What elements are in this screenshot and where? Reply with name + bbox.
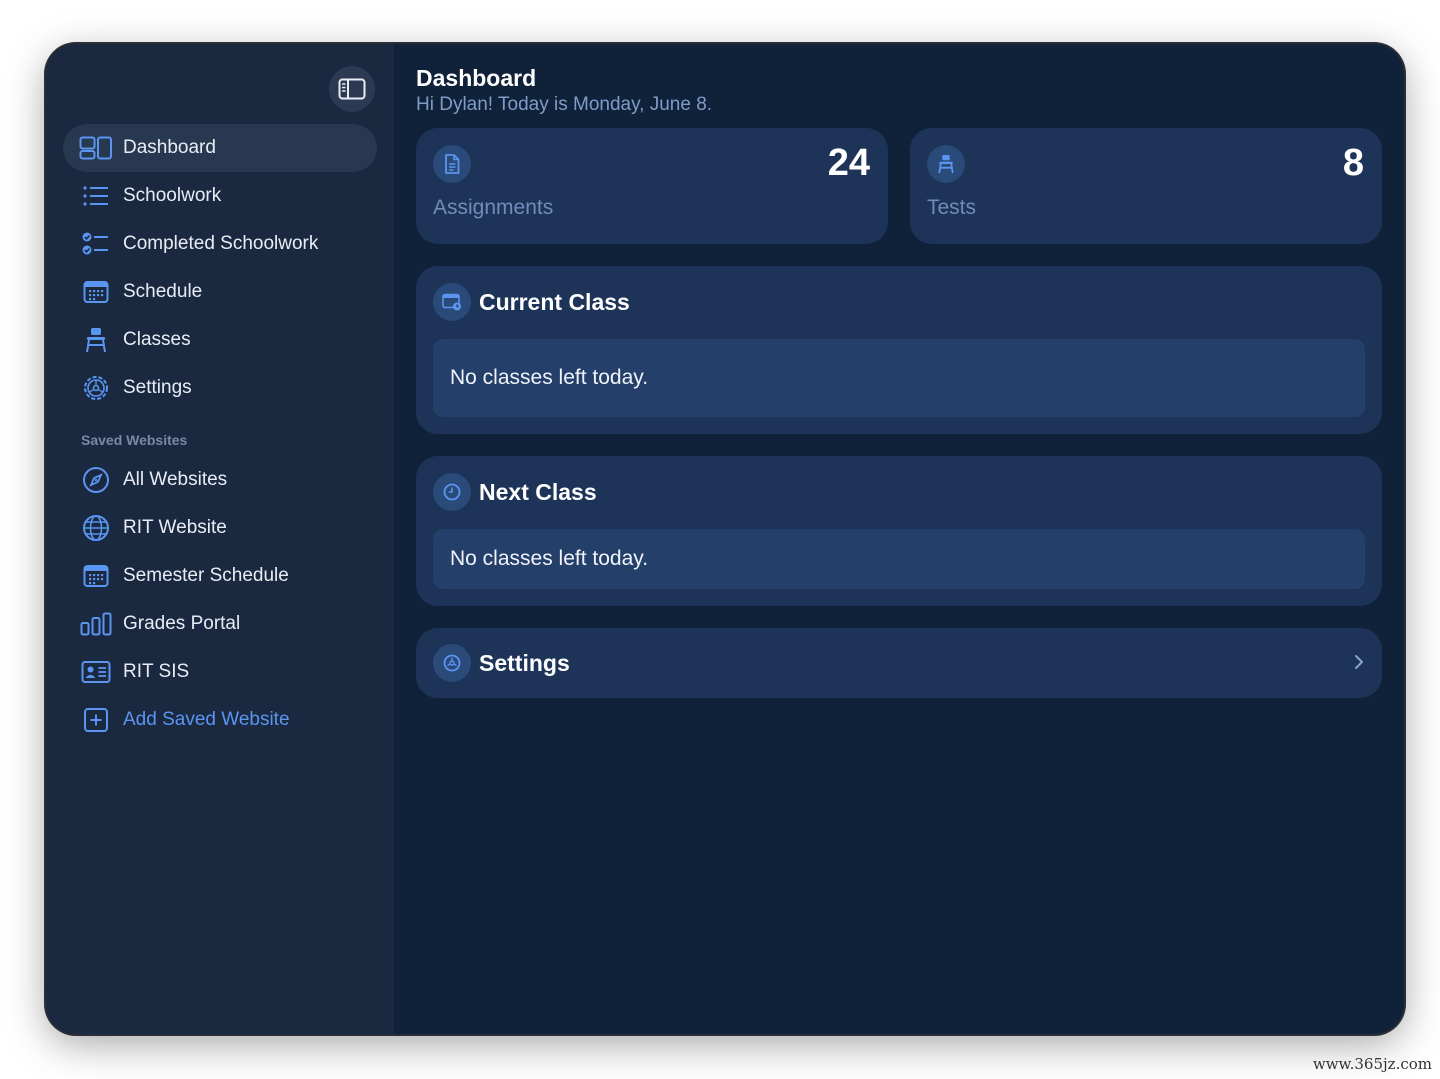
settings-row[interactable]: Settings bbox=[416, 628, 1382, 698]
current-class-panel: Current Class No classes left today. bbox=[416, 266, 1382, 434]
sidebar-item-label: Dashboard bbox=[123, 137, 216, 158]
calendar-icon bbox=[79, 563, 113, 589]
add-saved-website-label: Add Saved Website bbox=[123, 709, 290, 730]
next-class-title: Next Class bbox=[479, 478, 597, 505]
chevron-right-icon bbox=[1353, 650, 1365, 676]
tests-count: 8 bbox=[1342, 142, 1364, 184]
tests-label: Tests bbox=[927, 196, 977, 219]
next-class-header: Next Class bbox=[433, 473, 1365, 511]
saved-websites-section-label: Saved Websites bbox=[81, 432, 188, 448]
settings-title: Settings bbox=[479, 649, 570, 676]
sidebar-item-all-websites[interactable]: All Websites bbox=[63, 456, 377, 504]
sidebar-item-classes[interactable]: Classes bbox=[63, 316, 377, 364]
current-class-title: Current Class bbox=[479, 288, 630, 315]
dashboard-icon bbox=[79, 135, 113, 161]
next-class-panel: Next Class No classes left today. bbox=[416, 456, 1382, 606]
current-class-header: Current Class bbox=[433, 283, 1365, 321]
calendar-clock-icon bbox=[433, 283, 471, 321]
add-saved-website-button[interactable]: Add Saved Website bbox=[63, 696, 377, 744]
desk-icon bbox=[927, 145, 965, 183]
bar-chart-icon bbox=[79, 611, 113, 637]
gear-icon bbox=[79, 375, 113, 401]
sidebar-item-label: RIT Website bbox=[123, 517, 227, 538]
sidebar-item-rit-website[interactable]: RIT Website bbox=[63, 504, 377, 552]
clock-icon bbox=[433, 473, 471, 511]
sidebar: Dashboard Schoolwork Completed Schoolwor… bbox=[46, 44, 394, 1034]
id-card-icon bbox=[79, 659, 113, 685]
plus-square-icon bbox=[79, 707, 113, 733]
sidebar-item-label: Classes bbox=[123, 329, 191, 350]
greeting-text: Hi Dylan! Today is Monday, June 8. bbox=[416, 94, 713, 115]
sidebar-item-dashboard[interactable]: Dashboard bbox=[63, 124, 377, 172]
current-class-message: No classes left today. bbox=[433, 339, 1365, 417]
assignments-label: Assignments bbox=[433, 196, 554, 219]
globe-icon bbox=[79, 515, 113, 541]
calendar-icon bbox=[79, 279, 113, 305]
desk-icon bbox=[79, 327, 113, 353]
list-icon bbox=[79, 183, 113, 209]
tests-card[interactable]: 8 Tests bbox=[910, 128, 1382, 244]
sidebar-item-label: Schoolwork bbox=[123, 185, 222, 206]
sidebar-item-settings[interactable]: Settings bbox=[63, 364, 377, 412]
watermark-text: www.365jz.com bbox=[1312, 1055, 1432, 1073]
page-title: Dashboard bbox=[416, 65, 537, 91]
stats-row: 24 Assignments 8 Tests bbox=[416, 128, 1382, 244]
assignments-count: 24 bbox=[827, 142, 870, 184]
next-class-message: No classes left today. bbox=[433, 529, 1365, 589]
sidebar-item-label: RIT SIS bbox=[123, 661, 190, 682]
sidebar-item-schedule[interactable]: Schedule bbox=[63, 268, 377, 316]
sidebar-item-grades-portal[interactable]: Grades Portal bbox=[63, 600, 377, 648]
sidebar-item-label: Settings bbox=[123, 377, 192, 398]
sidebar-item-schoolwork[interactable]: Schoolwork bbox=[63, 172, 377, 220]
gear-icon bbox=[433, 644, 471, 682]
sidebar-item-label: Grades Portal bbox=[123, 613, 241, 634]
app-window: Dashboard Schoolwork Completed Schoolwor… bbox=[46, 44, 1404, 1034]
main-content: Dashboard Hi Dylan! Today is Monday, Jun… bbox=[394, 44, 1404, 1034]
sidebar-toggle-button[interactable] bbox=[329, 66, 375, 112]
sidebar-item-label: Completed Schoolwork bbox=[123, 233, 319, 254]
sidebar-item-label: Schedule bbox=[123, 281, 203, 302]
sidebar-item-label: Semester Schedule bbox=[123, 565, 289, 586]
sidebar-item-label: All Websites bbox=[123, 469, 228, 490]
sidebar-item-semester-schedule[interactable]: Semester Schedule bbox=[63, 552, 377, 600]
checklist-icon bbox=[79, 231, 113, 257]
assignments-card[interactable]: 24 Assignments bbox=[416, 128, 888, 244]
sidebar-item-rit-sis[interactable]: RIT SIS bbox=[63, 648, 377, 696]
document-icon bbox=[433, 145, 471, 183]
compass-icon bbox=[79, 467, 113, 493]
sidebar-toggle-icon bbox=[338, 78, 366, 100]
sidebar-item-completed-schoolwork[interactable]: Completed Schoolwork bbox=[63, 220, 377, 268]
